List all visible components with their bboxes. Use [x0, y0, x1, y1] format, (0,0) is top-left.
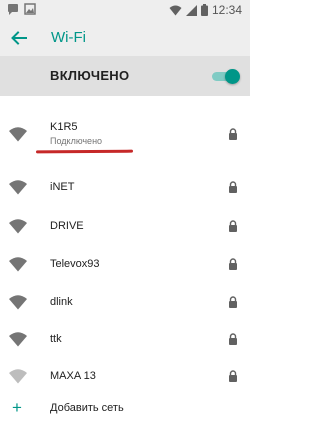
status-bar-clock: 12:34 — [211, 3, 242, 17]
lock-icon — [229, 258, 237, 270]
wifi-signal-icon — [9, 332, 27, 347]
network-item-ttk[interactable]: ttk — [0, 319, 250, 359]
network-name: dlink — [50, 296, 73, 308]
page-title: Wi-Fi — [51, 29, 86, 46]
wifi-master-switch-row[interactable]: ВКЛЮЧЕНО — [0, 56, 250, 96]
status-bar-left-icons — [7, 3, 36, 15]
wifi-signal-icon — [9, 219, 27, 234]
network-item-drive[interactable]: DRIVE — [0, 206, 250, 246]
network-item-dlink[interactable]: dlink — [0, 282, 250, 322]
highlight-underline — [35, 149, 134, 154]
lock-icon — [229, 296, 237, 308]
add-network-label: Добавить сеть — [50, 402, 124, 414]
lock-icon — [229, 181, 237, 193]
wifi-master-switch-label: ВКЛЮЧЕНО — [50, 68, 130, 83]
battery-icon — [200, 4, 208, 16]
lock-icon — [229, 220, 237, 232]
lock-icon — [229, 370, 237, 382]
wifi-signal-icon — [9, 127, 27, 142]
network-name: ttk — [50, 333, 62, 345]
network-item-k1r5[interactable]: K1R5 Подключено — [0, 112, 250, 152]
network-name: DRIVE — [50, 220, 84, 232]
network-item-inet[interactable]: iNET — [0, 167, 250, 207]
status-bar-right-icons: 12:34 — [169, 3, 242, 17]
network-item-televox93[interactable]: Televox93 — [0, 244, 250, 284]
add-network-button[interactable]: + Добавить сеть — [0, 395, 250, 423]
network-name: MAXA 13 — [50, 370, 96, 382]
arrow-back-icon[interactable] — [10, 29, 28, 47]
cell-signal-icon — [185, 4, 197, 16]
app-bar: Wi-Fi — [0, 20, 250, 56]
lock-icon — [229, 333, 237, 345]
network-status: Подключено — [50, 136, 103, 146]
network-name: K1R5 — [50, 121, 78, 133]
message-icon — [8, 4, 18, 15]
wifi-toggle-switch[interactable] — [212, 69, 240, 84]
wifi-signal-icon — [169, 5, 182, 15]
network-name: iNET — [50, 181, 75, 193]
network-item-maxa13[interactable]: MAXA 13 — [0, 356, 250, 396]
wifi-signal-icon — [9, 257, 27, 272]
lock-icon — [229, 128, 237, 140]
image-icon — [24, 3, 36, 15]
network-name: Televox93 — [50, 258, 100, 270]
wifi-signal-icon — [9, 180, 27, 195]
plus-icon: + — [12, 398, 22, 417]
status-bar: 12:34 — [0, 0, 250, 20]
toggle-thumb — [225, 69, 240, 84]
wifi-signal-icon — [9, 295, 27, 310]
wifi-signal-icon — [9, 369, 27, 384]
